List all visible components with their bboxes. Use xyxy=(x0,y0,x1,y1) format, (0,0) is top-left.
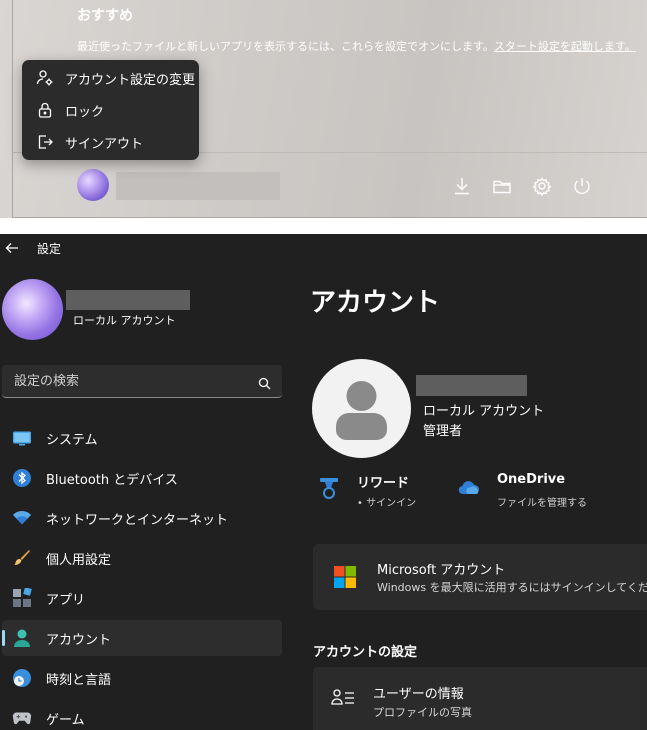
sidebar-item-bluetooth-devices[interactable]: Bluetooth とデバイス xyxy=(2,460,282,496)
selection-indicator xyxy=(2,630,5,646)
start-menu-panel: おすすめ 最近使ったファイルと新しいアプリを表示するには、これらを設定でオンにし… xyxy=(0,0,647,218)
recommended-title: おすすめ xyxy=(77,8,133,24)
microsoft-logo-icon xyxy=(334,566,356,588)
user-name-redacted[interactable] xyxy=(116,172,280,200)
rewards-tile[interactable]: リワード • サインイン xyxy=(317,472,447,512)
sidebar-item-network[interactable]: ネットワークとインターネット xyxy=(2,500,282,536)
account-avatar-icon[interactable] xyxy=(312,359,411,458)
settings-window: 設定 ローカル アカウント システム Bluetooth とデバイス ネットワー… xyxy=(0,234,647,730)
profile-avatar xyxy=(2,279,63,340)
sidebar-item-label: Bluetooth とデバイス xyxy=(46,472,178,488)
user-info-title: ユーザーの情報 xyxy=(373,687,464,702)
profile-name-redacted xyxy=(66,290,190,310)
person-gear-icon xyxy=(35,68,55,88)
search-icon[interactable] xyxy=(258,375,271,390)
menu-item-lock[interactable]: ロック xyxy=(22,95,199,125)
sidebar-item-label: ネットワークとインターネット xyxy=(46,512,229,528)
profile-account-type: ローカル アカウント xyxy=(73,314,176,327)
menu-item-label: アカウント設定の変更 xyxy=(65,72,196,88)
monitor-icon xyxy=(12,428,32,448)
microsoft-account-title: Microsoft アカウント xyxy=(377,563,506,578)
onedrive-title: OneDrive xyxy=(497,472,566,487)
bluetooth-icon xyxy=(12,468,32,488)
start-settings-link[interactable]: スタート設定を起動します。 xyxy=(494,40,636,53)
rewards-medal-icon xyxy=(317,476,341,500)
sidebar-item-label: アカウント xyxy=(46,632,112,648)
user-avatar[interactable] xyxy=(77,169,109,201)
back-arrow-icon[interactable] xyxy=(4,240,20,256)
sidebar-item-personalization[interactable]: 個人用設定 xyxy=(2,540,282,576)
account-name-redacted xyxy=(416,375,527,396)
sidebar-item-label: システム xyxy=(46,432,98,448)
account-settings-heading: アカウントの設定 xyxy=(313,645,418,660)
clock-globe-icon xyxy=(12,668,32,688)
user-context-menu: アカウント設定の変更 ロック サインアウト xyxy=(22,60,199,160)
menu-item-label: ロック xyxy=(65,104,105,120)
sidebar-item-label: ゲーム xyxy=(46,712,85,728)
lock-icon xyxy=(35,100,55,120)
power-icon[interactable] xyxy=(571,175,593,197)
sidebar-item-label: 時刻と言語 xyxy=(46,672,112,688)
sidebar-item-gaming[interactable]: ゲーム xyxy=(2,700,282,730)
wifi-icon xyxy=(12,508,32,528)
sidebar-item-accounts[interactable]: アカウント xyxy=(2,620,282,656)
folder-icon[interactable] xyxy=(491,175,513,197)
user-info-card[interactable]: ユーザーの情報 プロファイルの写真 xyxy=(313,667,647,730)
sidebar-item-label: 個人用設定 xyxy=(46,552,112,568)
gear-icon[interactable] xyxy=(531,175,553,197)
paintbrush-icon xyxy=(12,548,32,568)
microsoft-account-subtitle: Windows を最大限に活用するにはサインインしてください xyxy=(377,581,647,594)
gamepad-icon xyxy=(12,708,32,728)
menu-item-sign-out[interactable]: サインアウト xyxy=(22,127,199,157)
onedrive-cloud-icon xyxy=(457,476,481,500)
person-list-icon xyxy=(331,687,355,707)
search-box[interactable] xyxy=(2,365,282,398)
person-icon xyxy=(12,628,32,648)
onedrive-tile[interactable]: OneDrive ファイルを管理する xyxy=(457,472,607,512)
sidebar-item-time-language[interactable]: 時刻と言語 xyxy=(2,660,282,696)
account-role: 管理者 xyxy=(423,424,463,439)
sign-out-icon xyxy=(35,132,55,152)
sidebar-item-label: アプリ xyxy=(46,592,86,608)
rewards-title: リワード xyxy=(357,476,410,491)
window-title: 設定 xyxy=(37,242,62,256)
download-icon[interactable] xyxy=(451,175,473,197)
user-info-subtitle: プロファイルの写真 xyxy=(373,706,472,719)
account-type: ローカル アカウント xyxy=(423,404,545,419)
sidebar-item-system[interactable]: システム xyxy=(2,420,282,456)
sidebar-item-apps[interactable]: アプリ xyxy=(2,580,282,616)
recommended-description-text: 最近使ったファイルと新しいアプリを表示するには、これらを設定でオンにします。 xyxy=(77,40,494,53)
search-input[interactable] xyxy=(14,365,244,397)
menu-item-label: サインアウト xyxy=(65,136,144,152)
menu-item-change-account-settings[interactable]: アカウント設定の変更 xyxy=(22,63,199,93)
microsoft-account-card[interactable]: Microsoft アカウント Windows を最大限に活用するにはサインイン… xyxy=(313,544,647,610)
rewards-subtitle: • サインイン xyxy=(357,498,417,509)
onedrive-subtitle: ファイルを管理する xyxy=(497,498,587,509)
page-title: アカウント xyxy=(310,288,441,318)
recommended-description: 最近使ったファイルと新しいアプリを表示するには、これらを設定でオンにします。スタ… xyxy=(77,38,636,54)
apps-icon xyxy=(12,588,32,608)
